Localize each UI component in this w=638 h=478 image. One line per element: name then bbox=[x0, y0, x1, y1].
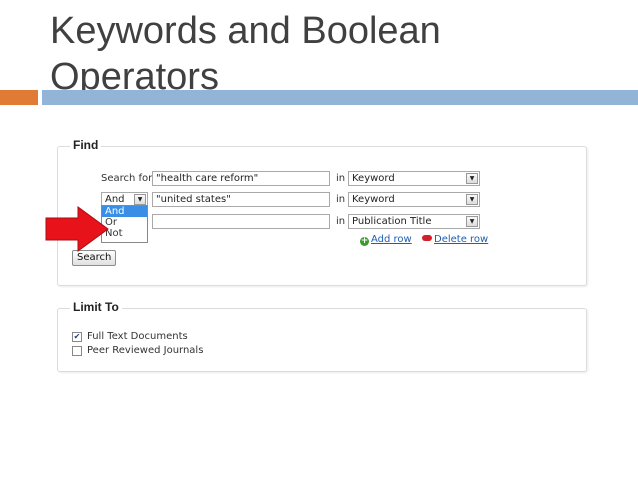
red-pointer-arrow-icon bbox=[45, 206, 109, 252]
operator-select-value: And bbox=[105, 194, 125, 205]
in-label-3: in bbox=[336, 216, 346, 227]
add-row-link[interactable]: + Add row bbox=[360, 234, 412, 246]
accent-bar-orange bbox=[0, 90, 38, 105]
chevron-down-icon[interactable]: ▼ bbox=[466, 194, 478, 205]
find-legend: Find bbox=[70, 138, 102, 152]
search-term-input-2[interactable]: "united states" bbox=[152, 192, 330, 207]
field-select-2-value: Keyword bbox=[352, 194, 395, 205]
plus-circle-icon: + bbox=[360, 236, 369, 246]
minus-pill-icon bbox=[422, 235, 432, 241]
search-term-input-1[interactable]: "health care reform" bbox=[152, 171, 330, 186]
delete-row-label: Delete row bbox=[434, 234, 489, 245]
delete-row-link[interactable]: Delete row bbox=[422, 234, 488, 245]
full-text-checkbox[interactable]: ✔ bbox=[72, 332, 82, 342]
search-form-screenshot: Find Search for "health care reform" in … bbox=[52, 134, 592, 384]
accent-bar-blue bbox=[42, 90, 638, 105]
in-label-1: in bbox=[336, 173, 346, 184]
field-select-1-value: Keyword bbox=[352, 173, 395, 184]
slide-title-line-1: Keywords and Boolean bbox=[50, 10, 441, 52]
search-for-label: Search for bbox=[101, 173, 153, 184]
peer-reviewed-checkbox[interactable] bbox=[72, 346, 82, 356]
checkmark-icon: ✔ bbox=[73, 332, 81, 341]
search-button[interactable]: Search bbox=[72, 250, 117, 266]
in-label-2: in bbox=[336, 194, 346, 205]
limit-to-legend: Limit To bbox=[70, 300, 122, 314]
search-term-input-3[interactable] bbox=[152, 214, 330, 229]
chevron-down-icon[interactable]: ▼ bbox=[134, 194, 146, 205]
field-select-1[interactable]: Keyword ▼ bbox=[348, 171, 480, 186]
full-text-label: Full Text Documents bbox=[87, 331, 188, 342]
field-select-2[interactable]: Keyword ▼ bbox=[348, 192, 480, 207]
chevron-down-icon[interactable]: ▼ bbox=[466, 173, 478, 184]
field-select-3-value: Publication Title bbox=[352, 216, 432, 227]
chevron-down-icon[interactable]: ▼ bbox=[466, 216, 478, 227]
field-select-3[interactable]: Publication Title ▼ bbox=[348, 214, 480, 229]
slide-title: Keywords and Boolean Operators bbox=[50, 8, 610, 100]
add-row-label: Add row bbox=[371, 234, 412, 245]
peer-reviewed-label: Peer Reviewed Journals bbox=[87, 345, 204, 356]
